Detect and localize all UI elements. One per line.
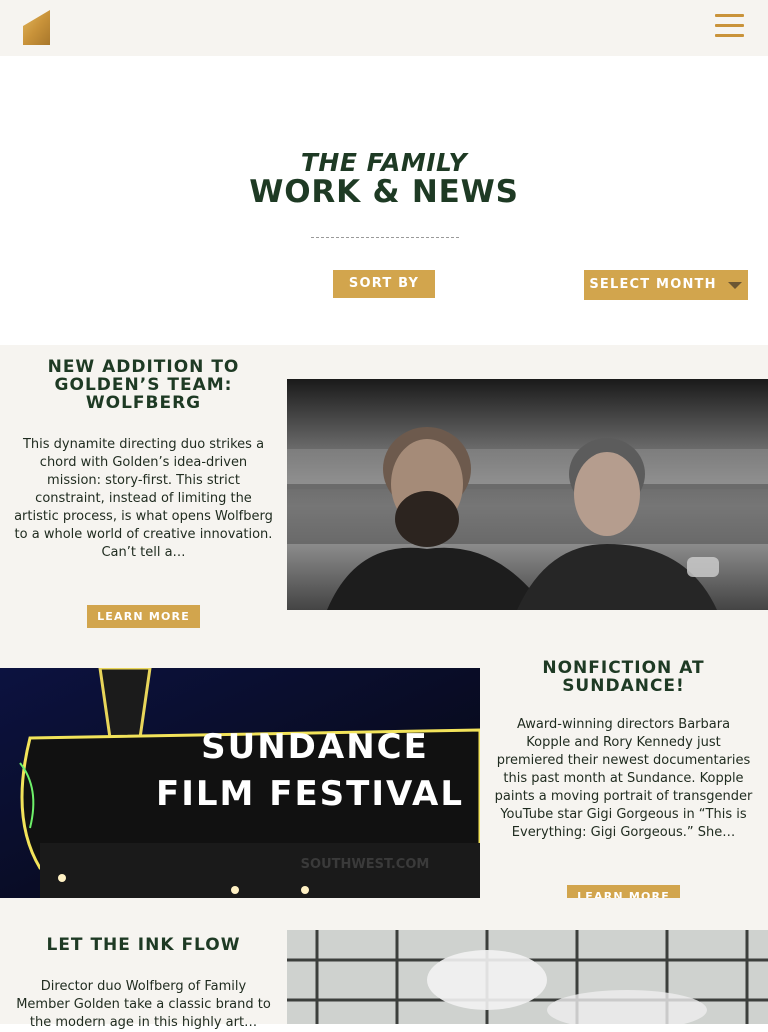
marquee-text-2: FILM FESTIVAL [156,774,464,814]
marquee-text-1: SUNDANCE [201,727,429,767]
post-2-title[interactable]: NONFICTION AT SUNDANCE! [497,659,750,695]
hero-section: THE FAMILY WORK & NEWS SORT BY SELECT MO… [0,56,768,345]
post-3-image-ink-flow[interactable] [287,930,768,1024]
page-kicker: THE FAMILY [300,148,468,177]
post-card-2: SUNDANCE FILM FESTIVAL SOUTHWEST.COM NON… [0,659,768,908]
select-month-label: SELECT MONTH [589,277,717,292]
dashed-divider [311,237,459,238]
select-month-dropdown[interactable]: SELECT MONTH [584,270,748,300]
site-header [0,0,768,56]
post-1-excerpt: This dynamite directing duo strikes a ch… [14,437,273,560]
hamburger-menu-icon[interactable] [715,14,747,40]
post-3-title[interactable]: LET THE INK FLOW [15,936,272,954]
post-2-excerpt: Award-winning directors Barbara Kopple a… [494,717,753,840]
post-1-image-wolfberg-portrait[interactable] [287,379,768,610]
post-1-title[interactable]: NEW ADDITION TO GOLDEN’S TEAM: WOLFBERG [15,358,272,412]
post-2-image-sundance-marquee[interactable]: SUNDANCE FILM FESTIVAL SOUTHWEST.COM [0,668,480,898]
sort-by-button[interactable]: SORT BY [333,270,435,298]
post-card-1: NEW ADDITION TO GOLDEN’S TEAM: WOLFBERG … [0,345,768,668]
post-card-3: LET THE INK FLOW Director duo Wolfberg o… [0,898,768,1030]
gold-house-logo-icon[interactable] [22,10,52,46]
caret-down-icon [728,282,742,289]
post-1-learn-more-button[interactable]: LEARN MORE [87,605,200,628]
page-title: WORK & NEWS [249,174,519,210]
marquee-sponsor-text: SOUTHWEST.COM [301,857,430,872]
